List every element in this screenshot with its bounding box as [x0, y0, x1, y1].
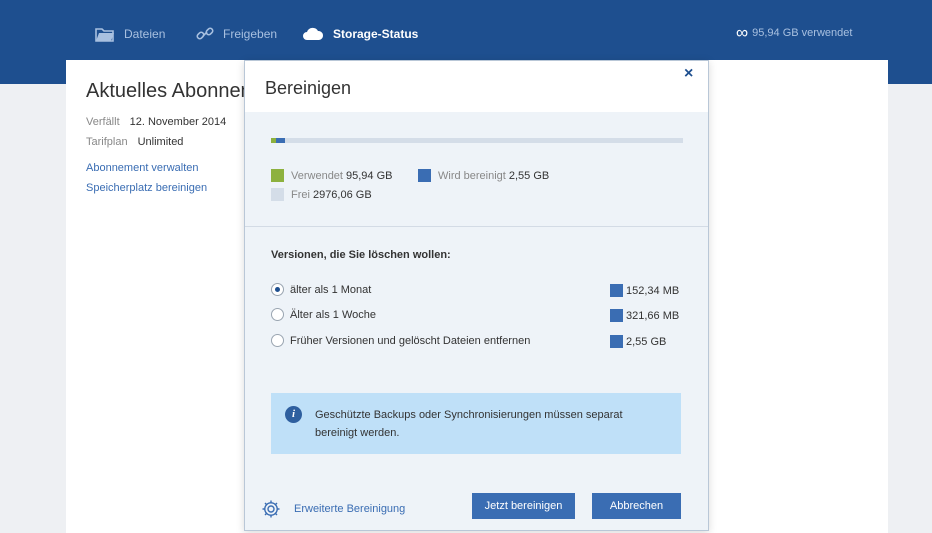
- cloud-icon: [303, 27, 324, 40]
- legend-free-value: 2976,06 GB: [312, 188, 372, 201]
- nav-share[interactable]: Freigeben: [196, 24, 277, 44]
- option-older-1-week-label: Älter als 1 Woche: [290, 308, 377, 321]
- size-older-1-week: 321,66 MB: [610, 309, 679, 322]
- dialog-header: Bereinigen ×: [245, 61, 708, 112]
- option-older-1-month[interactable]: älter als 1 Monat: [271, 283, 371, 296]
- info-icon: i: [285, 406, 302, 423]
- radio-older-1-week[interactable]: [271, 308, 284, 321]
- expires-key: Verfällt: [86, 116, 120, 128]
- folder-icon: [95, 27, 114, 42]
- link-icon: [196, 27, 214, 40]
- legend-free-swatch: [271, 188, 284, 201]
- size-remove-all-versions: 2,55 GB: [610, 335, 666, 348]
- plan-key: Tarifplan: [86, 136, 128, 148]
- legend-cleanup: Wird bereinigt 2,55 GB: [418, 169, 549, 182]
- legend-cleanup-value: 2,55 GB: [508, 169, 550, 182]
- nav-files-label: Dateien: [124, 27, 166, 41]
- storage-bar-cleanup: [276, 138, 285, 143]
- radio-older-1-month[interactable]: [271, 283, 284, 296]
- legend-cleanup-swatch: [418, 169, 431, 182]
- dialog-divider: [245, 226, 708, 227]
- usage-text: 95,94 GB verwendet: [752, 27, 853, 39]
- legend-free-label: Frei: [291, 188, 310, 201]
- legend-free: Frei 2976,06 GB: [271, 188, 372, 201]
- option-remove-all-versions[interactable]: Früher Versionen und gelöscht Dateien en…: [271, 334, 530, 347]
- nav-files[interactable]: Dateien: [95, 24, 165, 44]
- legend-used: Verwendet 95,94 GB: [271, 169, 392, 182]
- size-swatch: [610, 284, 623, 297]
- info-note-text: Geschützte Backups oder Synchronisierung…: [315, 409, 623, 439]
- expires-value: 12. November 2014: [129, 116, 227, 128]
- option-older-1-week[interactable]: Älter als 1 Woche: [271, 308, 376, 321]
- legend-used-label: Verwendet: [291, 169, 343, 182]
- legend-used-swatch: [271, 169, 284, 182]
- nav-storage-status-label: Storage-Status: [333, 27, 419, 41]
- info-note: i Geschützte Backups oder Synchronisieru…: [271, 393, 681, 454]
- size-older-1-week-value: 321,66 MB: [626, 309, 680, 322]
- size-swatch: [610, 309, 623, 322]
- advanced-cleanup-link[interactable]: Erweiterte Bereinigung: [261, 499, 405, 519]
- storage-usage-bar: [271, 138, 683, 143]
- radio-remove-all-versions[interactable]: [271, 334, 284, 347]
- usage-indicator: ∞ 95,94 GB verwendet: [736, 23, 853, 42]
- option-older-1-month-label: älter als 1 Monat: [290, 283, 372, 296]
- cancel-button[interactable]: Abbrechen: [592, 493, 681, 519]
- versions-title: Versionen, die Sie löschen wollen:: [271, 249, 451, 261]
- close-icon[interactable]: ×: [684, 65, 693, 83]
- clean-now-button[interactable]: Jetzt bereinigen: [472, 493, 575, 519]
- option-remove-all-versions-label: Früher Versionen und gelöscht Dateien en…: [290, 334, 531, 347]
- plan-row: Tarifplan Unlimited: [86, 136, 183, 148]
- legend-used-value: 95,94 GB: [345, 169, 393, 182]
- legend-cleanup-label: Wird bereinigt: [438, 169, 506, 182]
- advanced-cleanup-label: Erweiterte Bereinigung: [294, 503, 406, 515]
- infinity-icon: ∞: [736, 23, 749, 42]
- size-swatch: [610, 335, 623, 348]
- nav-storage-status[interactable]: Storage-Status: [302, 24, 418, 44]
- manage-subscription-link[interactable]: Abonnement verwalten: [86, 162, 199, 174]
- expires-row: Verfällt 12. November 2014: [86, 116, 226, 128]
- cleanup-storage-link[interactable]: Speicherplatz bereinigen: [86, 182, 207, 194]
- size-older-1-month: 152,34 MB: [610, 284, 679, 297]
- size-older-1-month-value: 152,34 MB: [626, 284, 680, 297]
- nav-share-label: Freigeben: [223, 27, 278, 41]
- plan-value: Unlimited: [137, 136, 184, 148]
- gear-icon: [262, 500, 280, 518]
- cleanup-dialog: Bereinigen × Verwendet 95,94 GB Wird ber…: [244, 60, 709, 531]
- size-remove-all-versions-value: 2,55 GB: [626, 335, 667, 348]
- dialog-title: Bereinigen: [265, 78, 352, 98]
